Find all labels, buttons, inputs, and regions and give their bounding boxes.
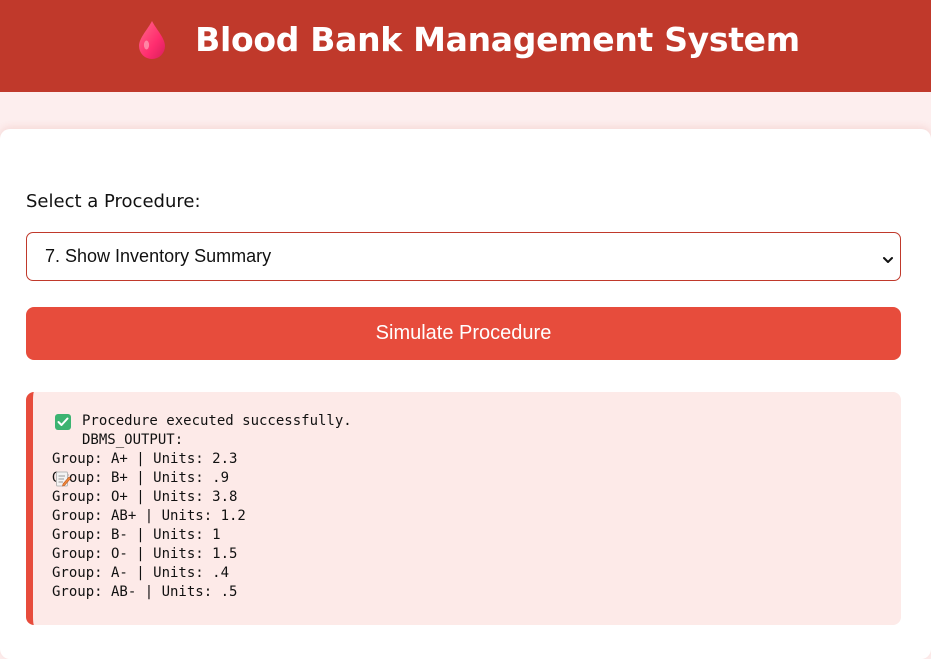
page-title: Blood Bank Management System <box>195 19 800 59</box>
inventory-line: Group: A+ | Units: 2.3 <box>52 451 238 467</box>
header-content: Blood Bank Management System <box>137 19 800 59</box>
inventory-line: Group: AB+ | Units: 1.2 <box>52 508 246 524</box>
inventory-line: Group: O- | Units: 1.5 <box>52 546 238 562</box>
app-header: Blood Bank Management System <box>0 0 931 92</box>
inventory-line: Group: O+ | Units: 3.8 <box>52 489 238 505</box>
status-line: Procedure executed successfully. <box>52 412 901 431</box>
inventory-line: Group: B- | Units: 1 <box>52 527 221 543</box>
procedure-select[interactable]: 7. Show Inventory Summary <box>26 232 901 281</box>
procedure-select-value: 7. Show Inventory Summary <box>45 246 272 266</box>
inventory-line: Group: B+ | Units: .9 <box>52 470 230 486</box>
inventory-line: Group: AB- | Units: .5 <box>52 584 238 600</box>
simulate-procedure-button[interactable]: Simulate Procedure <box>26 307 901 360</box>
dbms-header-line: DBMS_OUTPUT: <box>52 431 901 486</box>
procedure-label: Select a Procedure: <box>26 191 201 212</box>
status-text: Procedure executed successfully. <box>82 413 352 429</box>
output-panel: Procedure executed successfully. DBMS_OU… <box>26 392 901 625</box>
procedure-card: Select a Procedure: 7. Show Inventory Su… <box>0 129 931 659</box>
inventory-line: Group: A- | Units: .4 <box>52 565 230 581</box>
blood-drop-icon <box>137 19 167 59</box>
check-mark-icon <box>55 413 71 430</box>
memo-icon <box>55 433 71 486</box>
chevron-down-icon <box>882 250 894 271</box>
